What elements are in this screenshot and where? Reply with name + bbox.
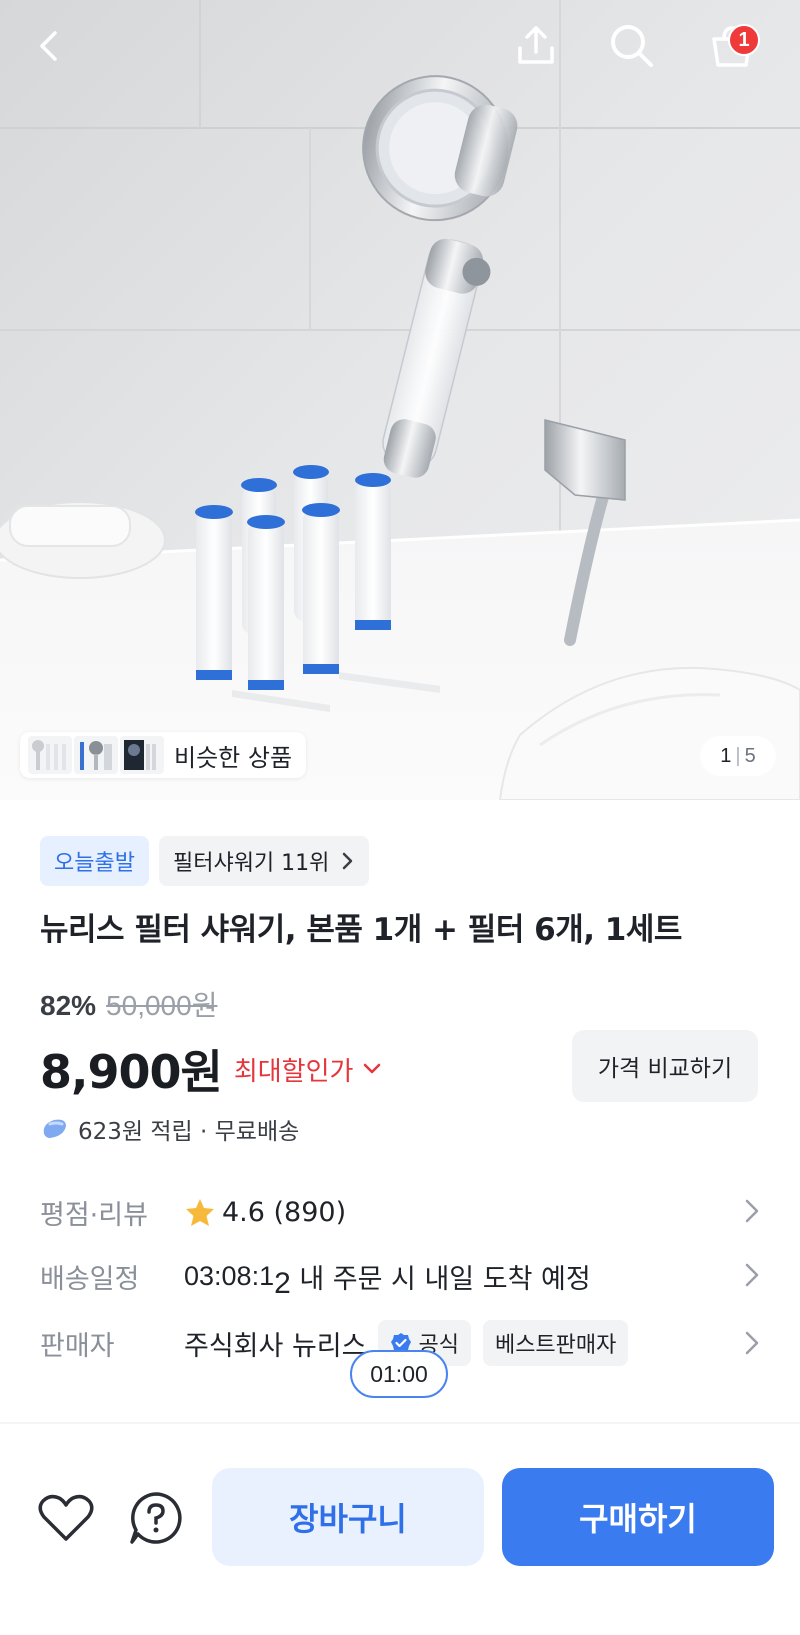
heart-icon xyxy=(38,1494,94,1541)
wishlist-button[interactable] xyxy=(34,1486,98,1550)
image-counter-total: 5 xyxy=(744,744,756,767)
image-counter-separator: | xyxy=(735,744,741,767)
delivery-text: 내 주문 시 내일 도착 예정 xyxy=(290,1263,591,1295)
delivery-value: 03:08:12 내 주문 시 내일 도착 예정 xyxy=(184,1257,591,1300)
search-button[interactable] xyxy=(600,14,664,78)
today-shipping-badge: 오늘출발 xyxy=(40,836,149,886)
delivery-schedule-row[interactable]: 배송일정 03:08:12 내 주문 시 내일 도착 예정 xyxy=(40,1256,760,1300)
share-button[interactable] xyxy=(504,14,568,78)
search-icon xyxy=(611,25,653,67)
chevron-right-icon xyxy=(745,1331,759,1355)
delivery-countdown-main: 03:08:1 xyxy=(184,1261,275,1291)
similar-products-button[interactable]: 비슷한 상품 xyxy=(20,732,307,778)
add-to-cart-button[interactable]: 장바구니 xyxy=(212,1468,484,1566)
original-price: 50,000원 xyxy=(106,990,218,1021)
delivery-countdown: 03:08:12 xyxy=(184,1259,291,1300)
product-title: 뉴리스 필터 샤워기, 본품 1개 + 필터 6개, 1세트 xyxy=(40,912,682,948)
similar-thumbnail xyxy=(28,736,72,774)
cart-button[interactable]: 1 xyxy=(700,14,764,78)
chevron-right-icon xyxy=(343,852,353,870)
product-badges: 오늘출발 필터샤워기 11위 xyxy=(40,836,370,886)
price-compare-button[interactable]: 가격 비교하기 xyxy=(572,1030,758,1102)
discount-row: 82% 50,000원 xyxy=(40,984,217,1024)
star-icon xyxy=(186,1199,214,1226)
cart-count-badge: 1 xyxy=(728,24,760,56)
rating-review-value: 4.6 (890) xyxy=(184,1197,346,1228)
sale-price: 8,900원 xyxy=(40,1045,223,1099)
seller-key: 판매자 xyxy=(40,1330,115,1362)
price-row: 8,900원 최대할인가 xyxy=(40,1036,381,1102)
delivery-countdown-last-digit: 2 xyxy=(274,1267,291,1300)
product-image-gallery[interactable]: 1 비슷한 상품 1 | 5 xyxy=(0,0,800,800)
max-discount-toggle[interactable]: 최대할인가 xyxy=(234,1051,382,1088)
back-button[interactable] xyxy=(18,14,82,78)
delivery-key: 배송일정 xyxy=(40,1263,140,1295)
chevron-down-icon xyxy=(364,1063,381,1074)
rating-review-row[interactable]: 평점·리뷰 4.6 (890) xyxy=(40,1192,760,1232)
category-rank-label: 필터샤워기 11위 xyxy=(172,851,330,876)
product-detail-page: 1 비슷한 상품 1 | 5 오늘출발 필터샤워기 11위 뉴리스 필터 샤워기… xyxy=(0,0,800,1635)
inquiry-button[interactable] xyxy=(124,1486,188,1550)
similar-products-label: 비슷한 상품 xyxy=(174,743,293,772)
shower-filter-product-photo xyxy=(0,0,800,800)
chevron-right-icon xyxy=(745,1199,759,1223)
best-seller-badge: 베스트판매자 xyxy=(482,1320,629,1366)
chevron-right-icon xyxy=(745,1263,759,1287)
points-icon xyxy=(43,1119,66,1138)
max-discount-label: 최대할인가 xyxy=(233,1056,354,1087)
rating-text: 4.6 (890) xyxy=(222,1196,347,1228)
category-rank-link[interactable]: 필터샤워기 11위 xyxy=(158,836,370,886)
seller-name: 주식회사 뉴리스 xyxy=(184,1330,367,1362)
points-shipping-info: 623원 적립 · 무료배송 xyxy=(40,1112,299,1146)
buy-now-button[interactable]: 구매하기 xyxy=(502,1468,774,1566)
time-pill: 01:00 xyxy=(350,1350,448,1398)
question-icon xyxy=(130,1492,182,1544)
chevron-left-icon xyxy=(40,31,57,61)
rating-review-key: 평점·리뷰 xyxy=(40,1199,148,1231)
share-icon xyxy=(518,26,554,64)
points-text: 623원 적립 · 무료배송 xyxy=(78,1119,300,1145)
image-counter-current: 1 xyxy=(720,744,732,767)
image-counter: 1 | 5 xyxy=(700,736,776,776)
bottom-action-bar: 장바구니 구매하기 xyxy=(0,1424,800,1635)
similar-thumbnail xyxy=(74,736,118,774)
similar-thumbnail xyxy=(120,736,164,774)
discount-rate: 82% xyxy=(40,990,97,1021)
similar-thumbnails xyxy=(28,736,164,774)
